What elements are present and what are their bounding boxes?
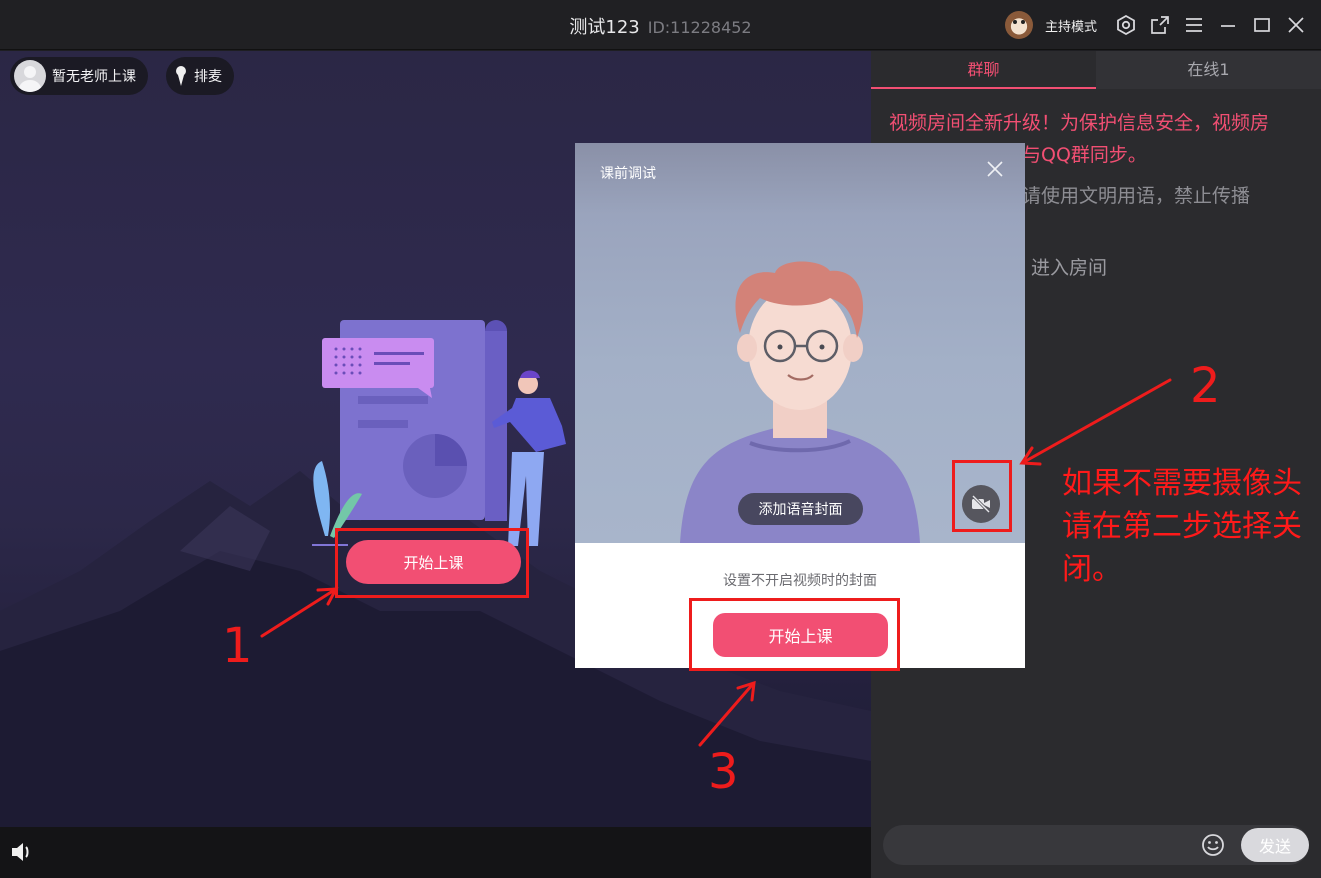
microphone-icon	[174, 65, 188, 87]
queue-mic-label: 排麦	[194, 69, 222, 85]
host-mode-label[interactable]: 主持模式	[1045, 16, 1097, 35]
annotation-note: 如果不需要摄像头请在第二步选择关闭。	[1062, 466, 1302, 587]
maximize-icon[interactable]	[1251, 14, 1273, 36]
teacher-status-text: 暂无老师上课	[52, 69, 136, 85]
settings-icon[interactable]	[1115, 14, 1137, 36]
title-bar: 测试123 ID:11228452 主持模式	[0, 0, 1321, 50]
app-window: 测试123 ID:11228452 主持模式 暂无老师上课 排麦 开始上课 群聊…	[0, 0, 1321, 878]
share-icon[interactable]	[1149, 14, 1171, 36]
minimize-icon[interactable]	[1217, 14, 1239, 36]
teacher-status-pill: 暂无老师上课	[10, 57, 148, 95]
emoji-icon[interactable]	[1201, 833, 1225, 861]
menu-icon[interactable]	[1183, 14, 1205, 36]
close-icon[interactable]	[1285, 14, 1307, 36]
cover-hint-text: 设置不开启视频时的封面	[723, 573, 877, 589]
teacher-avatar	[14, 60, 46, 92]
room-id: ID:11228452	[647, 18, 752, 37]
dialog-close-icon[interactable]	[985, 159, 1005, 183]
tab-online[interactable]: 在线1	[1096, 51, 1321, 89]
dialog-title: 课前调试	[600, 166, 656, 182]
stage-bottom-bar	[0, 827, 871, 878]
chat-input[interactable]: 发送	[883, 825, 1309, 865]
annotation-box-3	[689, 598, 900, 671]
presenter-illustration	[312, 320, 566, 546]
room-name: 测试123	[569, 17, 640, 38]
tab-group-chat[interactable]: 群聊	[871, 51, 1096, 89]
chat-tabs: 群聊 在线1	[871, 51, 1321, 89]
volume-icon[interactable]	[10, 841, 34, 867]
queue-mic-button[interactable]: 排麦	[166, 57, 234, 95]
annotation-box-1	[335, 528, 529, 598]
add-voice-cover-button[interactable]: 添加语音封面	[738, 493, 863, 525]
pre-class-test-dialog: 课前调试 添加语音封面 设置不开启视频时的封面 开始上课	[575, 143, 1025, 668]
user-avatar[interactable]	[1004, 11, 1033, 39]
annotation-box-2	[952, 460, 1012, 532]
send-button[interactable]: 发送	[1241, 828, 1309, 862]
title-bar-controls: 主持模式	[1004, 10, 1307, 40]
